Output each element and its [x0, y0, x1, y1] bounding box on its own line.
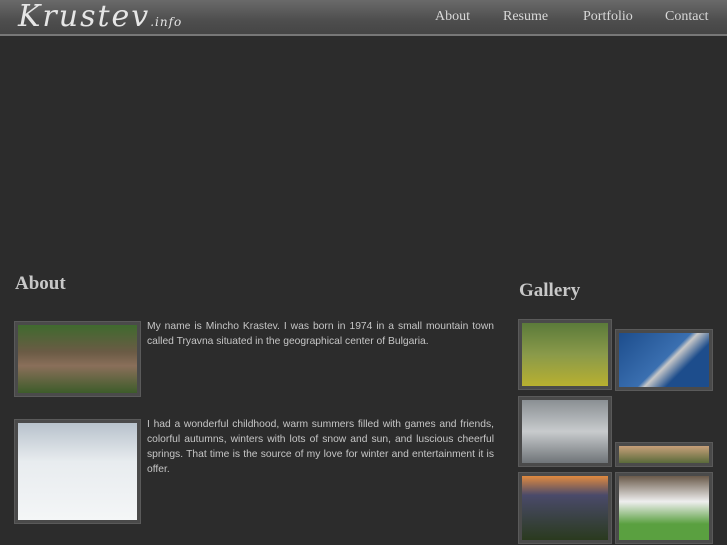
nav-about[interactable]: About [435, 9, 470, 25]
logo[interactable]: Krustev.info [18, 0, 182, 39]
gallery-photo-6[interactable] [615, 472, 713, 544]
gallery-photo-1[interactable] [518, 319, 612, 390]
nav-resume[interactable]: Resume [503, 9, 548, 25]
about-paragraph-2: I had a wonderful childhood, warm summer… [147, 419, 494, 475]
gallery-photo-5[interactable] [518, 472, 612, 544]
gallery-heading: Gallery [519, 280, 581, 301]
nav-contact[interactable]: Contact [665, 9, 709, 25]
about-photo-town[interactable] [14, 321, 141, 397]
gallery-photo-4[interactable] [615, 442, 713, 467]
gallery-photo-2[interactable] [615, 329, 713, 391]
about-heading: About [15, 273, 66, 294]
nav-portfolio[interactable]: Portfolio [583, 9, 633, 25]
header: Krustev.info About Resume Portfolio Cont… [0, 0, 727, 36]
logo-suffix: .info [150, 15, 183, 29]
about-paragraph-1: My name is Mincho Krastev. I was born in… [147, 321, 494, 347]
about-photo-snow[interactable] [14, 419, 141, 524]
gallery-photo-3[interactable] [518, 396, 612, 467]
logo-text: Krustev [18, 0, 151, 34]
